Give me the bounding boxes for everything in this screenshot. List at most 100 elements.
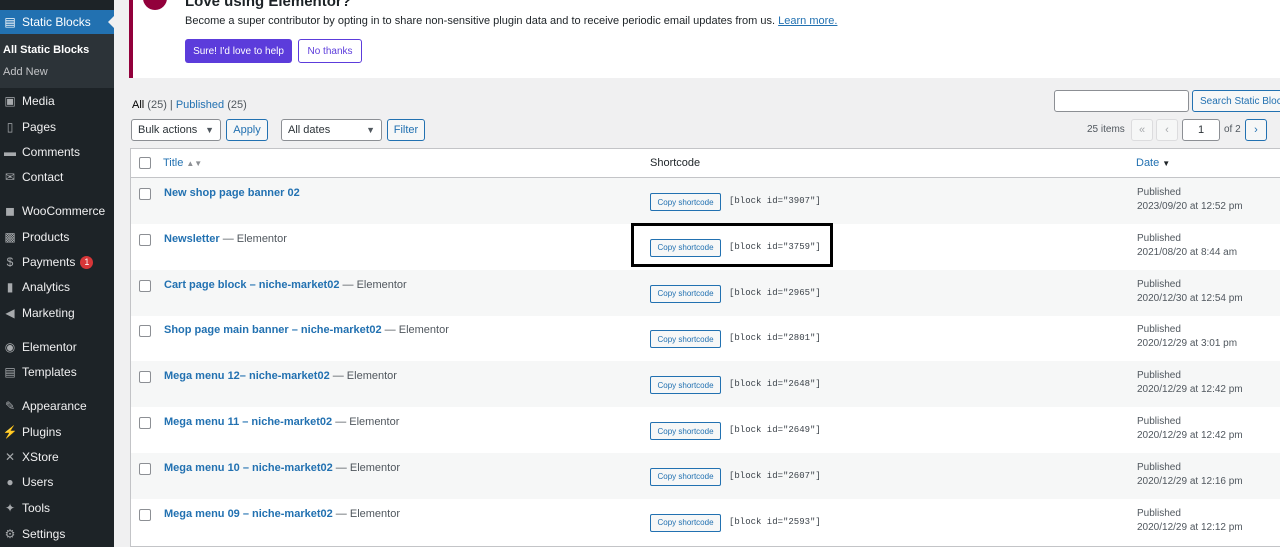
sidebar-item-label: Analytics [22, 280, 71, 294]
sidebar-item-label: Settings [22, 527, 66, 541]
current-page-input[interactable]: 1 [1182, 119, 1220, 141]
sidebar-item-label: Media [22, 94, 55, 108]
row-checkbox[interactable] [139, 417, 151, 429]
sidebar-item-analytics[interactable]: ▮ Analytics [0, 275, 114, 299]
copy-shortcode-button[interactable]: Copy shortcode [650, 422, 721, 440]
sidebar-item-settings[interactable]: ⚙ Settings [0, 522, 114, 546]
row-title-link[interactable]: Mega menu 10 – niche-market02 [164, 462, 333, 474]
table-row: Mega menu 12– niche-market02 — Elementor… [131, 361, 1280, 408]
sidebar-item-label: Tools [22, 501, 51, 515]
row-checkbox[interactable] [139, 279, 151, 292]
row-title-suffix: — Elementor [332, 507, 400, 520]
sidebar-item-xstore[interactable]: ✕ XStore [0, 445, 114, 469]
users-icon: ● [6, 475, 14, 489]
sidebar-item-woocommerce[interactable]: ◼ WooCommerce [0, 199, 114, 223]
table-row: Mega menu 11 – niche-market02 — Elemento… [131, 407, 1280, 453]
sidebar-item-users[interactable]: ● Users [0, 470, 114, 494]
row-checkbox[interactable] [139, 462, 151, 475]
row-title-link[interactable]: Cart page block – niche-market02 [164, 279, 339, 291]
copy-shortcode-button[interactable]: Copy shortcode [650, 376, 721, 395]
table-header: Title ▲▼ Shortcode Date ▼ [131, 149, 1280, 178]
learn-more-link[interactable]: Learn more. [778, 15, 837, 27]
select-all-checkbox[interactable] [139, 157, 151, 169]
row-title: Mega menu 10 – niche-market02 — Elemento… [164, 462, 400, 474]
search-static-blocks-button[interactable]: Search Static Blocks [1192, 90, 1280, 112]
row-title-link[interactable]: Shop page main banner – niche-market02 [164, 324, 382, 336]
sidebar-item-products[interactable]: ▩ Products [0, 225, 114, 249]
row-title-link[interactable]: Newsletter [164, 233, 220, 245]
pages-icon: ▯ [6, 120, 14, 134]
contact-icon: ✉ [4, 170, 16, 184]
sidebar-item-static-blocks[interactable]: ▤ Static Blocks [0, 10, 114, 34]
publish-status: Published [1137, 507, 1181, 519]
title-column-header[interactable]: Title ▲▼ [163, 157, 202, 169]
row-title: Cart page block – niche-market02 — Eleme… [164, 279, 407, 291]
publish-date: 2023/09/20 at 12:52 pm [1137, 201, 1243, 212]
bulk-actions-select[interactable]: Bulk actions ▼ [131, 119, 221, 141]
row-title-suffix: — Elementor [219, 232, 287, 245]
row-title-link[interactable]: Mega menu 11 – niche-market02 [164, 416, 332, 428]
sidebar-item-label: Marketing [22, 306, 75, 320]
sort-desc-icon: ▼ [1162, 159, 1171, 168]
templates-icon: ▤ [4, 365, 16, 379]
sidebar-item-label: XStore [22, 450, 59, 464]
row-checkbox[interactable] [139, 371, 151, 384]
filter-button[interactable]: Filter [387, 119, 425, 141]
view-all-link[interactable]: All [132, 99, 144, 111]
notice-message: Become a super contributor by opting in … [185, 15, 776, 27]
notice-text: Become a super contributor by opting in … [185, 15, 837, 27]
sidebar-item-label: Pages [22, 120, 57, 134]
dates-value: All dates [288, 124, 331, 136]
row-title-suffix: — Elementor [329, 370, 397, 383]
publish-date: 2020/12/29 at 12:42 pm [1137, 384, 1243, 396]
row-title-link[interactable]: New shop page banner 02 [164, 187, 300, 199]
sidebar-item-templates[interactable]: ▤ Templates [0, 360, 114, 384]
publish-status: Published [1137, 461, 1181, 473]
table-row: Mega menu 09 – niche-market02 — Elemento… [131, 499, 1280, 545]
sidebar-item-marketing[interactable]: ◀ Marketing [0, 301, 114, 325]
sidebar-item-appearance[interactable]: ✎ Appearance [0, 394, 114, 418]
copy-shortcode-button[interactable]: Copy shortcode [650, 284, 721, 303]
row-title: Newsletter — Elementor [164, 233, 287, 245]
copy-shortcode-button[interactable]: Copy shortcode [650, 467, 721, 486]
first-page-button: « [1131, 119, 1153, 141]
bulk-actions-value: Bulk actions [138, 124, 198, 136]
publish-status: Published [1137, 370, 1181, 382]
sidebar-item-media[interactable]: ▣ Media [0, 89, 114, 113]
copy-shortcode-button[interactable]: Copy shortcode [650, 513, 721, 532]
row-title-suffix: — Elementor [332, 461, 400, 474]
row-checkbox[interactable] [139, 233, 151, 246]
payments-icon: $ [6, 255, 14, 269]
view-published-link[interactable]: Published [176, 99, 224, 111]
row-checkbox[interactable] [139, 188, 151, 200]
view-filters: All (25) | Published (25) [132, 99, 247, 111]
dates-select[interactable]: All dates ▼ [281, 119, 382, 141]
date-column-header[interactable]: Date ▼ [1136, 157, 1170, 169]
sidebar-item-tools[interactable]: ✦ Tools [0, 496, 114, 520]
comments-icon: ▬ [4, 145, 16, 159]
row-title-link[interactable]: Mega menu 12– niche-market02 [164, 370, 330, 382]
copy-shortcode-button[interactable]: Copy shortcode [650, 330, 721, 349]
row-checkbox[interactable] [139, 508, 151, 521]
sort-icon: ▲▼ [186, 159, 203, 168]
next-page-button[interactable]: › [1245, 119, 1267, 141]
no-thanks-button[interactable]: No thanks [298, 39, 362, 63]
row-checkbox[interactable] [139, 325, 151, 338]
search-input[interactable] [1054, 90, 1189, 112]
sidebar-item-comments[interactable]: ▬ Comments [0, 140, 114, 164]
submenu-all-static-blocks[interactable]: All Static Blocks [0, 39, 114, 61]
sidebar-item-plugins[interactable]: ⚡ Plugins [0, 420, 114, 444]
sidebar-item-contact[interactable]: ✉ Contact [0, 165, 114, 189]
opt-in-button[interactable]: Sure! I'd love to help [185, 39, 292, 63]
shortcode-text: [block id="2649"] [729, 425, 821, 435]
shortcode-text: [block id="3907"] [729, 196, 821, 206]
submenu-add-new[interactable]: Add New [0, 61, 114, 83]
sidebar-item-payments[interactable]: $ Payments 1 [0, 250, 114, 274]
sidebar-item-elementor[interactable]: ◉ Elementor [0, 335, 114, 359]
copy-shortcode-button[interactable]: Copy shortcode [650, 193, 721, 211]
apply-button[interactable]: Apply [226, 119, 268, 141]
row-title-suffix: — Elementor [332, 416, 400, 428]
row-title-link[interactable]: Mega menu 09 – niche-market02 [164, 508, 333, 520]
sidebar-item-label: Payments [22, 255, 76, 269]
sidebar-item-pages[interactable]: ▯ Pages [0, 115, 114, 139]
